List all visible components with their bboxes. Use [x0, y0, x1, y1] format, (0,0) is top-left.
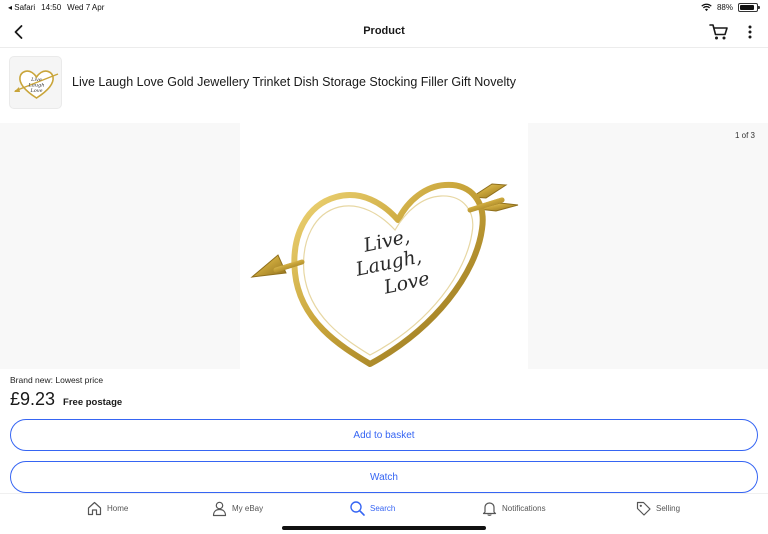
tab-selling-label: Selling: [656, 504, 681, 513]
tab-home-label: Home: [107, 504, 129, 513]
tab-bar: Home My eBay Search Notifications Sellin…: [0, 493, 768, 534]
gallery-image-frame: Live, Laugh, Love: [240, 123, 528, 369]
tab-home[interactable]: Home: [86, 500, 128, 517]
status-left: ◂ Safari 14:50 Wed 7 Apr: [8, 3, 104, 12]
heart-dish-thumbnail-image: Live Laugh Love: [14, 70, 59, 99]
status-time: 14:50: [41, 3, 62, 12]
tag-icon: [636, 501, 651, 516]
wifi-icon: [701, 3, 712, 12]
image-gallery[interactable]: Live, Laugh, Love 1 of 3: [0, 123, 768, 369]
condition-label: Brand new: Lowest price: [10, 375, 104, 385]
product-title: Live Laugh Love Gold Jewellery Trinket D…: [72, 75, 516, 89]
heart-dish-image: Live, Laugh, Love: [250, 181, 519, 367]
cart-icon[interactable]: [709, 23, 729, 41]
bell-icon: [482, 502, 497, 516]
search-icon: [350, 501, 365, 516]
tab-search-label: Search: [370, 504, 396, 513]
product-thumbnail[interactable]: Live Laugh Love: [9, 56, 62, 109]
watch-button[interactable]: Watch: [10, 461, 758, 493]
home-indicator[interactable]: [282, 526, 486, 530]
status-right: 88%: [701, 3, 760, 12]
price-row: £9.23 Free postage: [10, 389, 122, 410]
postage-label: Free postage: [63, 397, 123, 408]
image-counter: 1 of 3: [734, 131, 755, 140]
status-bar: ◂ Safari 14:50 Wed 7 Apr 88%: [0, 0, 768, 16]
page-title: Product: [363, 25, 405, 37]
add-to-basket-button[interactable]: Add to basket: [10, 419, 758, 451]
user-icon: [212, 501, 227, 517]
tab-my-ebay-label: My eBay: [232, 504, 264, 513]
status-date: Wed 7 Apr: [67, 3, 105, 12]
status-carrier[interactable]: ◂ Safari: [8, 3, 35, 12]
more-vertical-icon[interactable]: [741, 23, 759, 41]
tab-my-ebay[interactable]: My eBay: [211, 500, 263, 517]
thumb-text-love: Love: [29, 88, 42, 94]
battery-icon: [738, 3, 760, 12]
tab-selling[interactable]: Selling: [635, 500, 680, 517]
tab-notifications[interactable]: Notifications: [481, 500, 546, 517]
price: £9.23: [10, 389, 56, 409]
battery-percent: 88%: [716, 3, 733, 12]
home-icon: [87, 501, 102, 516]
product-header: Live Laugh Love Live Laugh Love Gold Jew…: [0, 52, 768, 114]
tab-notifications-label: Notifications: [502, 504, 546, 513]
nav-bar: Product: [0, 16, 768, 48]
tab-search[interactable]: Search: [349, 500, 395, 517]
battery-level: [740, 5, 755, 10]
